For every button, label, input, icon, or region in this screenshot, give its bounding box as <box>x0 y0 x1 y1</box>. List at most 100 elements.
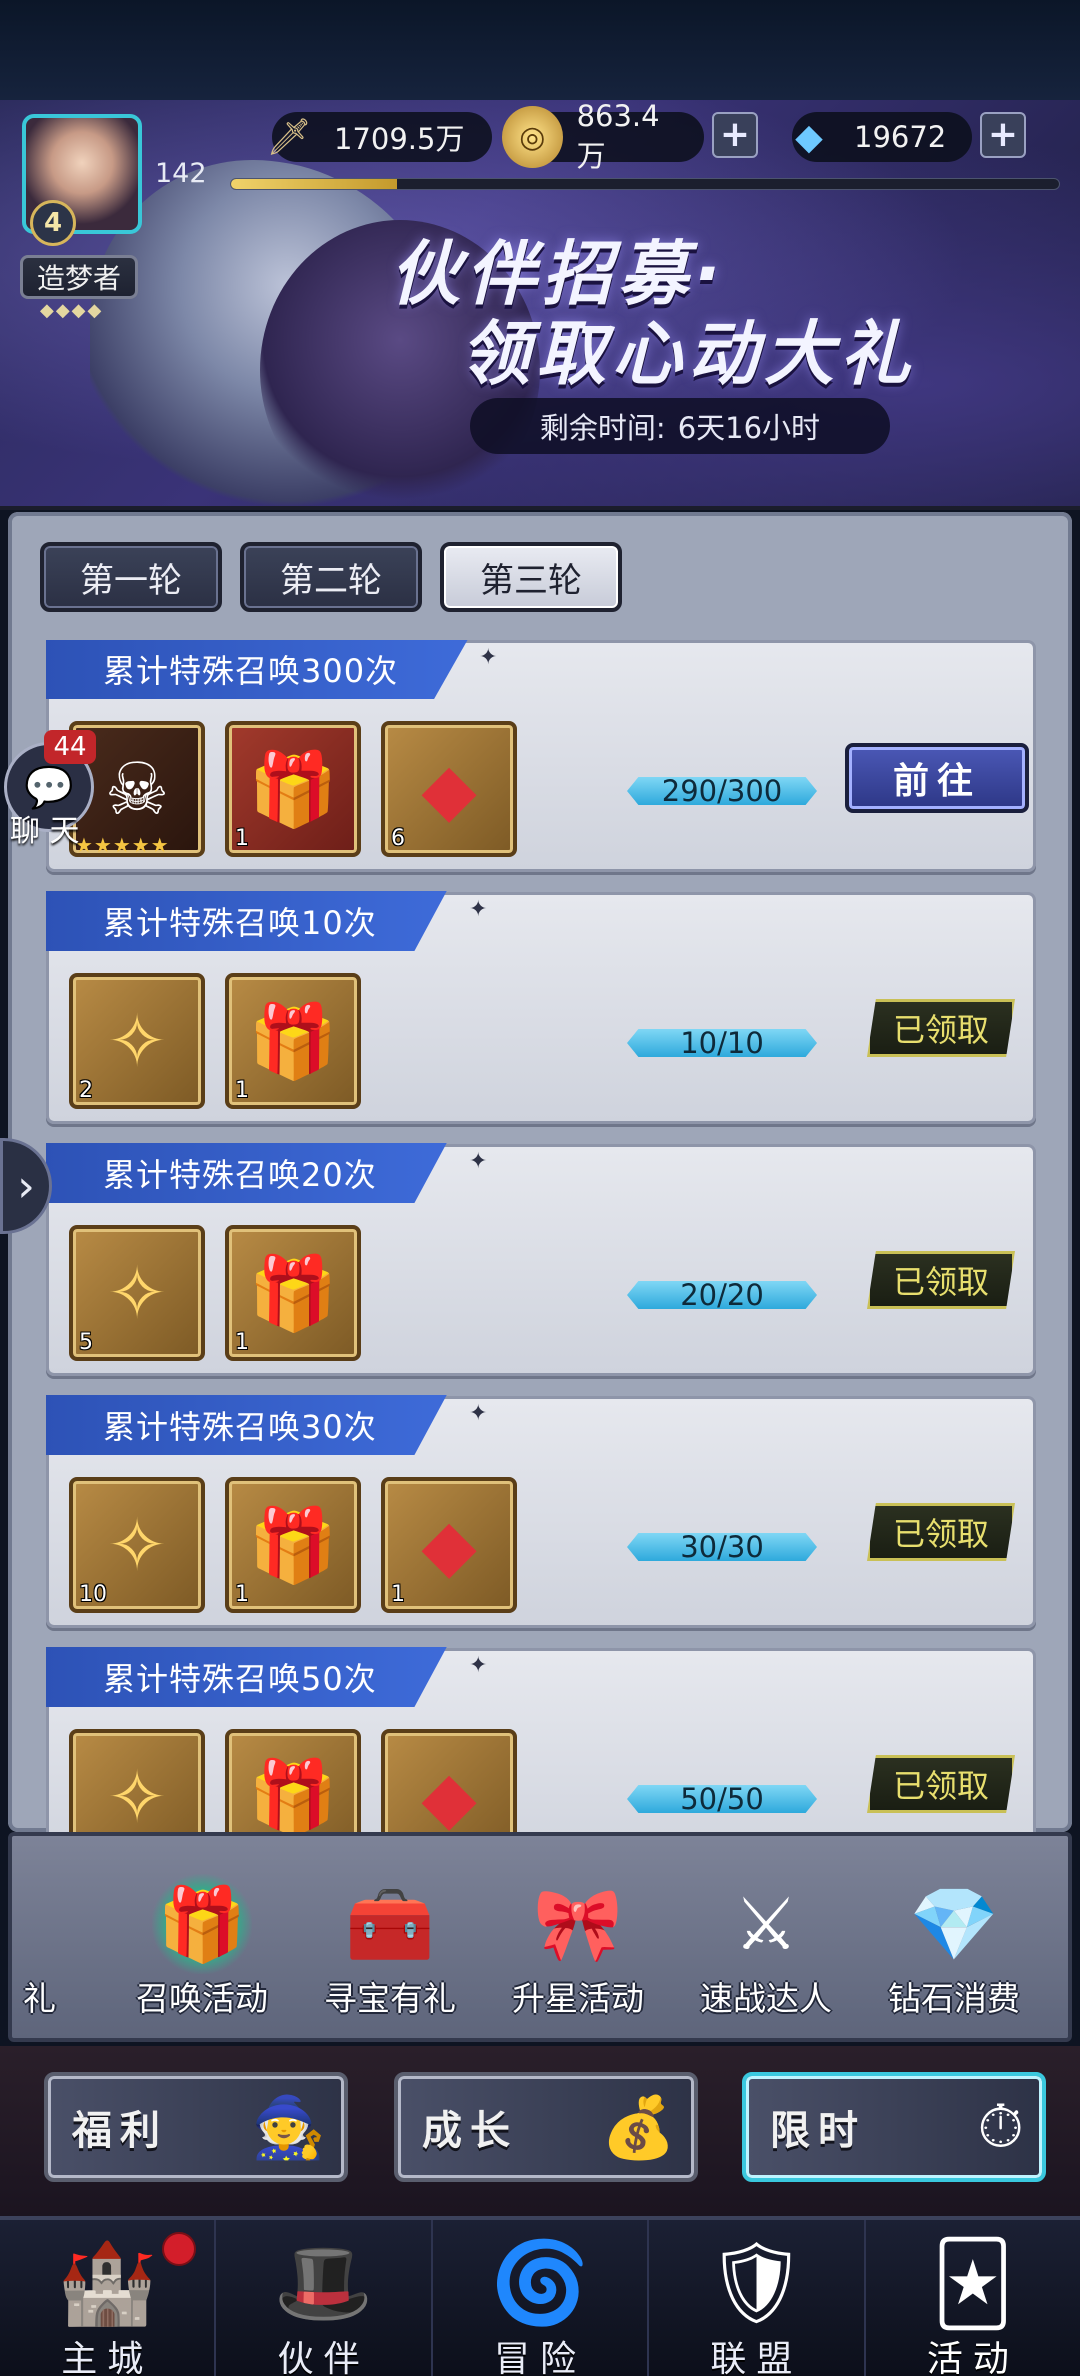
activity-tab-diamond[interactable]: 💎 钻石消费 <box>864 1864 1044 2034</box>
sparkle-icon: ✦ <box>469 1653 488 1678</box>
red-crystal-icon[interactable]: ◆ 1 <box>381 1477 517 1613</box>
reward-qty: 2 <box>79 1078 93 1103</box>
nav-label: 主城 <box>61 2339 154 2376</box>
power-value: 1709.5万 <box>334 122 465 156</box>
activity-tab-label: 寻宝有礼 <box>324 1979 456 2018</box>
task-progress: 20/20 <box>627 1281 817 1309</box>
nav-partner[interactable]: 🎩 伙伴 <box>216 2220 433 2376</box>
notification-dot <box>162 2232 196 2266</box>
summon-scroll-icon[interactable]: ✧ 2 <box>69 973 205 1109</box>
diamond-resource: ◆ 19672 <box>792 112 972 162</box>
nav-adventure[interactable]: 🌀 冒险 <box>433 2220 650 2376</box>
portal-icon: 🌀 <box>490 2236 590 2329</box>
sparkle-icon: ✦ <box>469 1401 488 1426</box>
diamond-value: 19672 <box>854 120 947 154</box>
gift-box-icon[interactable]: 🎁 1 <box>225 1477 361 1613</box>
tab-round-1[interactable]: 第一轮 <box>40 542 222 612</box>
growth-button[interactable]: 成长 💰 <box>394 2072 698 2182</box>
welfare-button[interactable]: 福利 🧙 <box>44 2072 348 2182</box>
chat-unread-badge: 44 <box>44 730 96 764</box>
round-tabs: 第一轮 第二轮 第三轮 <box>40 542 622 612</box>
reward-qty: 1 <box>235 1078 249 1103</box>
task-title: 累计特殊召唤10次 <box>46 891 447 951</box>
task-card: 累计特殊召唤10次 ✦ ✧ 2 🎁 1 10/10 已领取 <box>46 891 1036 1124</box>
tab-round-3[interactable]: 第三轮 <box>440 542 622 612</box>
gift-box-icon[interactable]: 🎁 1 <box>225 721 361 857</box>
sparkle-icon: ✦ <box>469 1149 488 1174</box>
nav-label: 冒险 <box>494 2339 587 2376</box>
gold-value: 863.4万 <box>576 99 660 173</box>
reward-qty: 1 <box>391 1582 405 1607</box>
nav-main-city[interactable]: 🏰 主城 <box>0 2220 217 2376</box>
reward-list: ✧ 5 🎁 1 <box>69 1225 361 1361</box>
reward-list: ✧ 10 🎁 1 ◆ 1 <box>69 1477 517 1613</box>
reward-list: ✧ 🎁 ◆ <box>69 1729 517 1832</box>
chest-coins-icon: 💰 <box>601 2093 676 2163</box>
red-crystal-icon[interactable]: ◆ 6 <box>381 721 517 857</box>
activity-tab-label: 礼 <box>23 1979 56 2018</box>
activity-tab-partial[interactable]: 🎀 礼 <box>12 1864 56 2034</box>
reward-qty: 6 <box>391 826 405 851</box>
player-avatar-button[interactable]: 4 <box>10 100 150 246</box>
claimed-badge: 已领取 <box>867 1755 1015 1813</box>
reward-qty: 1 <box>235 1330 249 1355</box>
activity-tab-label: 钻石消费 <box>888 1979 1020 2018</box>
hero-stars: ★★★★★ <box>75 833 170 857</box>
feature-label: 成长 <box>422 2108 518 2154</box>
task-card: 累计特殊召唤20次 ✦ ✧ 5 🎁 1 20/20 已领取 <box>46 1143 1036 1376</box>
timer-value: 6天16小时 <box>677 411 821 445</box>
star-gift-icon: 🎀 <box>533 1881 623 1966</box>
tasks-panel: 第一轮 第二轮 第三轮 累计特殊召唤300次 ✦ ☠ ★★★★★ 🎁 1 ◆ 6 2… <box>8 512 1072 1832</box>
reward-qty: 5 <box>79 1330 93 1355</box>
player-title-badge: 造梦者 <box>20 255 138 299</box>
go-button[interactable]: 前往 <box>845 743 1029 813</box>
nav-label: 伙伴 <box>277 2339 370 2376</box>
gift-icon: 🎁 <box>152 1874 252 1974</box>
remaining-time: 剩余时间: 6天16小时 <box>470 398 890 454</box>
task-list[interactable]: 累计特殊召唤300次 ✦ ☠ ★★★★★ 🎁 1 ◆ 6 290/300 前往 累计… <box>46 640 1042 1832</box>
add-diamond-button[interactable]: + <box>980 112 1026 158</box>
reward-qty: 1 <box>235 1582 249 1607</box>
activity-tab-treasure[interactable]: 🧰 寻宝有礼 <box>300 1864 480 2034</box>
activity-tab-summon[interactable]: 🎁 召唤活动 <box>112 1864 292 2034</box>
activity-tab-speed[interactable]: ⚔ 速战达人 <box>676 1864 856 2034</box>
sparkle-icon: ✦ <box>469 897 488 922</box>
shield-icon: 🛡 <box>705 2236 808 2329</box>
nav-activity[interactable]: 🃏 活动 <box>866 2220 1080 2376</box>
gift-box-icon[interactable]: 🎁 1 <box>225 1225 361 1361</box>
nav-alliance[interactable]: 🛡 联盟 <box>649 2220 866 2376</box>
task-card: 累计特殊召唤30次 ✦ ✧ 10 🎁 1 ◆ 1 30/30 已领取 <box>46 1395 1036 1628</box>
reward-qty: 1 <box>235 826 249 851</box>
diamond-chest-icon: 💎 <box>909 1881 999 1966</box>
red-crystal-icon[interactable]: ◆ <box>381 1729 517 1832</box>
add-gold-button[interactable]: + <box>712 112 758 158</box>
diamond-icon: ◆ <box>795 116 823 158</box>
task-progress: 50/50 <box>627 1785 817 1813</box>
task-card: 累计特殊召唤50次 ✦ ✧ 🎁 ◆ 50/50 已领取 <box>46 1647 1036 1832</box>
gold-resource: ◎ 863.4万 <box>502 99 704 173</box>
chevron-right-icon: › <box>17 1160 35 1212</box>
coin-icon: ◎ <box>502 106 563 168</box>
castle-icon: 🏰 <box>57 2236 157 2329</box>
gift-box-icon[interactable]: 🎁 1 <box>225 973 361 1109</box>
chat-label: 聊 天 <box>10 814 80 849</box>
summon-scroll-icon[interactable]: ✧ 10 <box>69 1477 205 1613</box>
tab-round-2[interactable]: 第二轮 <box>240 542 422 612</box>
banner-subtitle: 领取心动大礼 <box>460 313 916 395</box>
feature-label: 限时 <box>770 2108 866 2154</box>
partial-icon: 🎀 <box>12 1874 16 1974</box>
nav-label: 联盟 <box>710 2339 803 2376</box>
task-title: 累计特殊召唤30次 <box>46 1395 447 1455</box>
activity-tab-star-up[interactable]: 🎀 升星活动 <box>488 1864 668 2034</box>
claimed-badge: 已领取 <box>867 999 1015 1057</box>
feature-label: 福利 <box>72 2108 168 2154</box>
treasure-chest-icon: 🧰 <box>345 1881 435 1966</box>
summon-scroll-icon[interactable]: ✧ <box>69 1729 205 1832</box>
sword-shield-icon: ⚔ <box>733 1882 799 1966</box>
task-card: 累计特殊召唤300次 ✦ ☠ ★★★★★ 🎁 1 ◆ 6 290/300 前往 <box>46 640 1036 872</box>
limited-button[interactable]: 限时 ⏱ <box>742 2072 1046 2182</box>
summon-scroll-icon[interactable]: ✧ 5 <box>69 1225 205 1361</box>
activity-tab-label: 速战达人 <box>700 1979 832 2018</box>
character-icon: 🧙 <box>251 2093 326 2163</box>
gift-box-icon[interactable]: 🎁 <box>225 1729 361 1832</box>
